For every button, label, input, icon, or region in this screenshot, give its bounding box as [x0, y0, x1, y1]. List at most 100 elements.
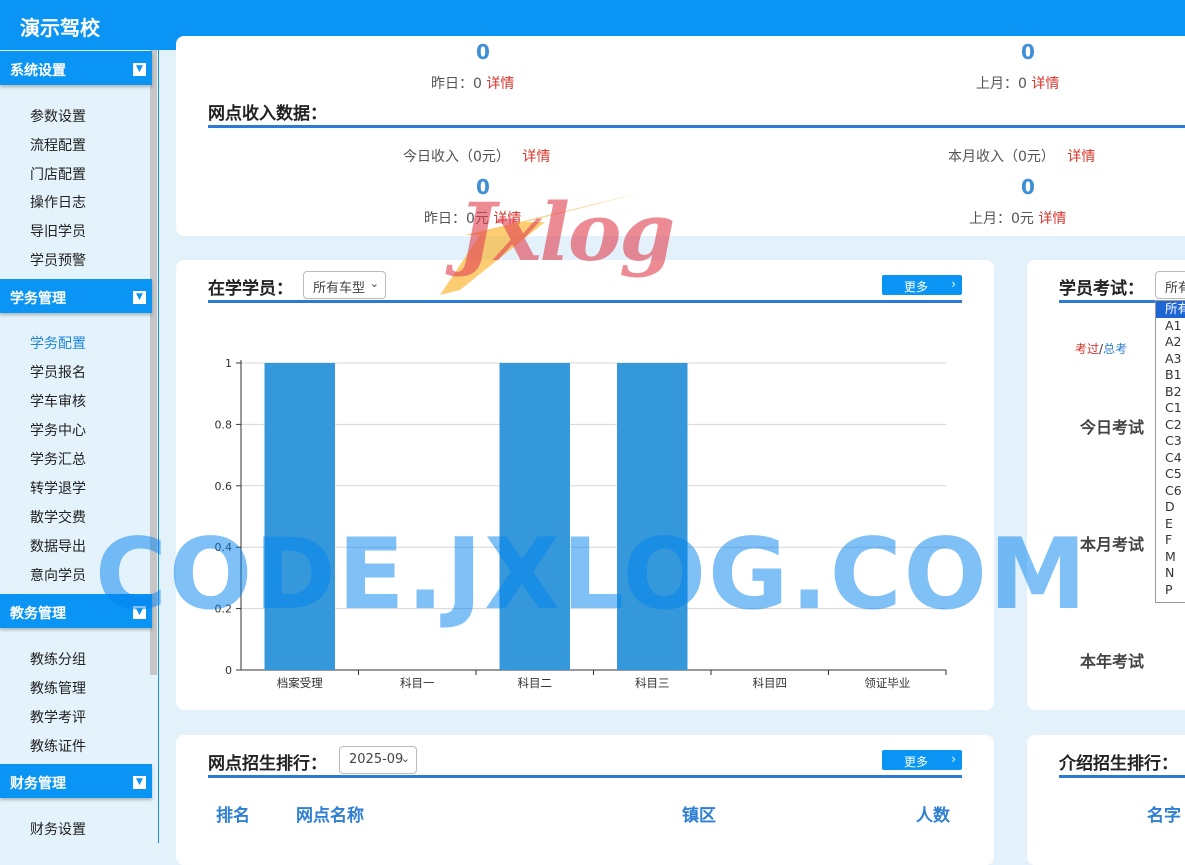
section-divider	[208, 775, 962, 778]
total-label: 总考	[1103, 342, 1128, 356]
branch-rank-more-button[interactable]: 更多 ›	[882, 750, 962, 770]
col-name: 名字	[1147, 806, 1181, 826]
exam-today-label: 今日考试	[1080, 418, 1145, 437]
stat-last-month-row: 上月：0 详情	[976, 73, 1059, 93]
exam-type-value: 所有	[1165, 281, 1185, 296]
income-month-value: 0	[1021, 175, 1035, 199]
income-last-month-row: 上月：0元 详情	[969, 208, 1066, 228]
sidebar-group-finance[interactable]: 财务管理 ▼	[0, 764, 152, 798]
sidebar-item-center[interactable]: 学务中心	[30, 420, 86, 440]
dropdown-option[interactable]: C6	[1156, 483, 1185, 500]
detail-link[interactable]: 详情	[486, 76, 514, 92]
students-card: 在学学员： 所有车型 ⌄ 更多 › 0 0.2 0.4 0.6 0.8 1 档案受理 科目一科…	[176, 260, 994, 710]
sidebar-item-coach-manage[interactable]: 教练管理	[30, 678, 86, 698]
section-divider	[208, 125, 1185, 128]
exam-type-select[interactable]: 所有	[1155, 271, 1185, 299]
y-tick-label: 0	[225, 664, 232, 677]
sidebar-item-review[interactable]: 学车审核	[30, 391, 86, 411]
x-tick-label: 科目三	[635, 676, 670, 690]
exam-type-dropdown[interactable]: 所有A1A2A3B1B2C1C2C3C4C5C6DEFMNP	[1155, 300, 1185, 603]
exams-title: 学员考试：	[1059, 279, 1144, 299]
dropdown-option[interactable]: A3	[1156, 351, 1185, 368]
col-district: 镇区	[682, 806, 716, 826]
students-bar-chart: 00.20.40.60.81档案受理 科目一 科目二 科目三 科目四 领证毕业	[215, 357, 947, 690]
detail-link[interactable]: 详情	[1038, 211, 1066, 227]
sidebar: 系统设置 ▼ 参数设置 流程配置 门店配置 操作日志 导旧学员 学员预警 学务管…	[0, 50, 159, 843]
chevron-down-icon[interactable]: ▼	[133, 63, 146, 76]
sidebar-group-label: 教务管理	[10, 606, 66, 622]
sidebar-item-import[interactable]: 导旧学员	[30, 221, 86, 241]
branch-rank-card: 网点招生排行： 2025-09 ⌄ 更多 › 排名 网点名称 镇区 人数	[176, 735, 994, 865]
sidebar-item-finance-settings[interactable]: 财务设置	[30, 819, 86, 839]
sidebar-item-fees[interactable]: 散学交费	[30, 507, 86, 527]
dropdown-option[interactable]: B2	[1156, 384, 1185, 401]
dropdown-option[interactable]: B1	[1156, 367, 1185, 384]
chevron-down-icon[interactable]: ▼	[133, 776, 146, 789]
chevron-down-icon[interactable]: ▼	[133, 291, 146, 304]
sidebar-item-flow[interactable]: 流程配置	[30, 135, 86, 155]
branch-rank-title: 网点招生排行：	[208, 754, 327, 774]
sidebar-group-label: 系统设置	[10, 63, 66, 79]
sidebar-item-evaluation[interactable]: 教学考评	[30, 707, 86, 727]
pass-total-legend: 考过/总考	[1075, 340, 1127, 357]
dropdown-option[interactable]: C1	[1156, 400, 1185, 417]
stat-value-left: 0	[476, 40, 490, 64]
dropdown-option[interactable]: C3	[1156, 433, 1185, 450]
dropdown-option[interactable]: A1	[1156, 318, 1185, 335]
sidebar-item-coach-group[interactable]: 教练分组	[30, 649, 86, 669]
dropdown-option[interactable]: N	[1156, 565, 1185, 582]
stat-last-month: 上月：0	[976, 76, 1027, 92]
income-title: 网点收入数据：	[208, 104, 327, 124]
month-select[interactable]: 2025-09 ⌄	[339, 746, 417, 774]
dropdown-option[interactable]: 所有	[1156, 301, 1185, 318]
jxlog-logo: Jxlog	[420, 180, 730, 305]
x-tick-label: 领证毕业	[864, 676, 910, 690]
watermark-text: CODE.JXLOG.COM	[95, 518, 1089, 632]
dropdown-option[interactable]: M	[1156, 549, 1185, 566]
logo-text: Jxlog	[458, 185, 675, 279]
sidebar-item-coach-cert[interactable]: 教练证件	[30, 736, 86, 756]
sidebar-item-intent[interactable]: 意向学员	[30, 565, 86, 585]
sidebar-item-warning[interactable]: 学员预警	[30, 250, 86, 270]
dropdown-option[interactable]: A2	[1156, 334, 1185, 351]
sidebar-item-summary[interactable]: 学务汇总	[30, 449, 86, 469]
sidebar-group-system[interactable]: 系统设置 ▼	[0, 51, 152, 85]
sidebar-item-academic-config[interactable]: 学务配置	[30, 333, 86, 353]
x-tick-label: 科目一	[400, 676, 435, 690]
x-tick-label: 档案受理	[277, 676, 323, 690]
chevron-right-icon: ›	[951, 752, 956, 766]
detail-link[interactable]: 详情	[522, 149, 550, 165]
dropdown-option[interactable]: P	[1156, 582, 1185, 599]
dropdown-option[interactable]: F	[1156, 532, 1185, 549]
sidebar-item-store[interactable]: 门店配置	[30, 164, 86, 184]
sidebar-item-export[interactable]: 数据导出	[30, 536, 86, 556]
chevron-down-icon: ⌄	[400, 752, 410, 765]
month-value: 2025-09	[349, 752, 404, 767]
income-today-row: 今日收入（0元） 详情	[403, 146, 550, 166]
stat-value-right: 0	[1021, 40, 1035, 64]
sidebar-item-transfer[interactable]: 转学退学	[30, 478, 86, 498]
income-today-label: 今日收入（0元）	[403, 149, 510, 165]
sidebar-group-academic[interactable]: 学务管理 ▼	[0, 279, 152, 313]
app-title: 演示驾校	[20, 16, 100, 40]
dropdown-option[interactable]: C4	[1156, 450, 1185, 467]
y-tick-label: 0.6	[215, 480, 233, 493]
dropdown-option[interactable]: C2	[1156, 417, 1185, 434]
income-last-month: 上月：0元	[969, 211, 1034, 227]
dropdown-option[interactable]: C5	[1156, 466, 1185, 483]
dropdown-option[interactable]: D	[1156, 499, 1185, 516]
x-tick-label: 科目二	[518, 676, 553, 690]
exam-year-label: 本年考试	[1080, 652, 1145, 671]
sidebar-item-enroll[interactable]: 学员报名	[30, 362, 86, 382]
sidebar-item-log[interactable]: 操作日志	[30, 192, 86, 212]
detail-link[interactable]: 详情	[1067, 149, 1095, 165]
more-label: 更多	[904, 755, 929, 769]
col-rank: 排名	[216, 806, 250, 826]
x-tick-label: 科目四	[753, 676, 788, 690]
sidebar-item-params[interactable]: 参数设置	[30, 106, 86, 126]
intro-rank-title: 介绍招生排行：	[1059, 754, 1178, 774]
sidebar-group-label: 财务管理	[10, 776, 66, 792]
intro-rank-card: 介绍招生排行： 名字	[1027, 735, 1185, 865]
dropdown-option[interactable]: E	[1156, 516, 1185, 533]
detail-link[interactable]: 详情	[1031, 76, 1059, 92]
